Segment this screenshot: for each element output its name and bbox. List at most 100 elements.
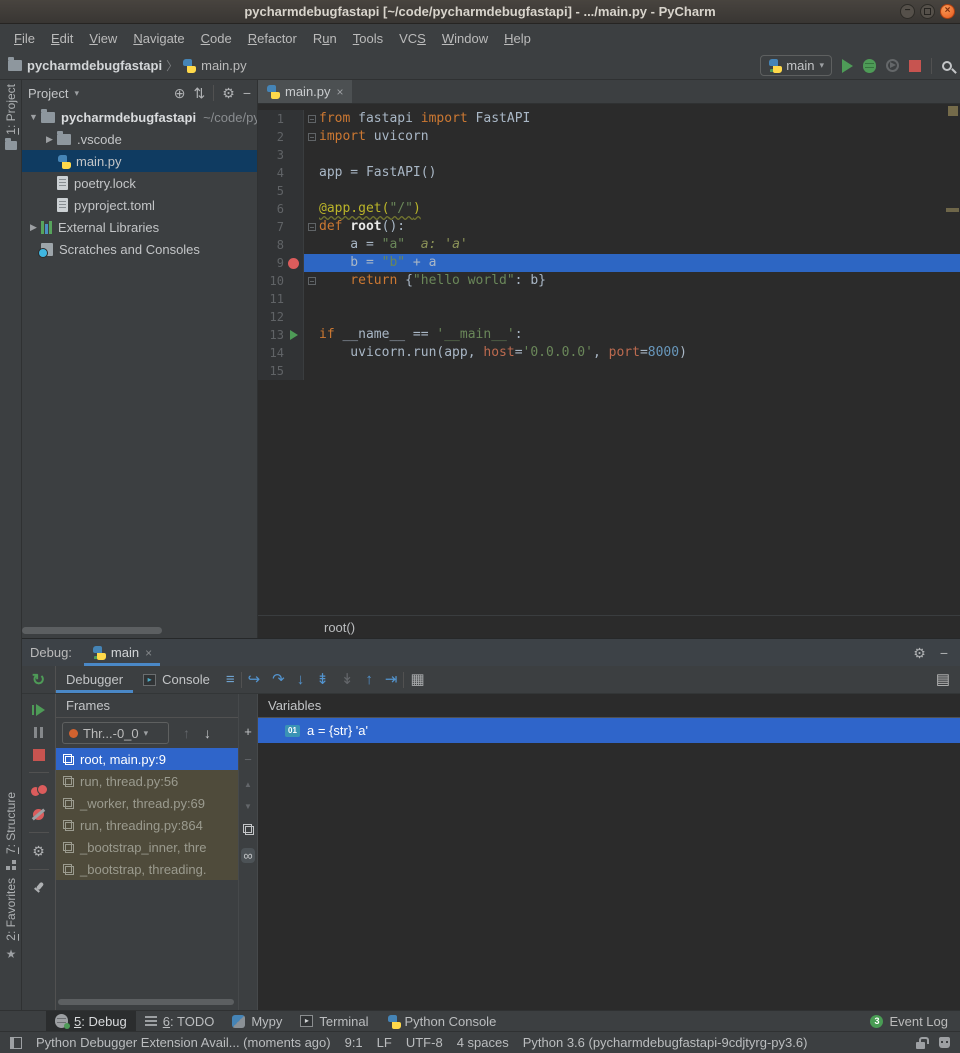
tool-tab-6-todo[interactable]: 6: TODO bbox=[136, 1011, 224, 1031]
rerun-icon[interactable]: ↻ bbox=[32, 670, 45, 690]
menu-run[interactable]: Run bbox=[305, 26, 345, 51]
frame-row-root-main-py-9[interactable]: root, main.py:9 bbox=[56, 748, 238, 770]
tree-item-pyproject-toml[interactable]: pyproject.toml bbox=[22, 194, 257, 216]
tool-tab-mypy[interactable]: Mypy bbox=[223, 1011, 291, 1031]
step-over-icon[interactable]: ↷ bbox=[266, 672, 291, 687]
next-frame-icon[interactable]: ↓ bbox=[204, 725, 211, 741]
frame-row-worker-thread-py-69[interactable]: _worker, thread.py:69 bbox=[56, 792, 238, 814]
breadcrumb-file[interactable]: main.py bbox=[182, 58, 247, 73]
frame-row-run-thread-py-56[interactable]: run, thread.py:56 bbox=[56, 770, 238, 792]
close-icon[interactable]: × bbox=[145, 646, 152, 660]
debug-button[interactable] bbox=[863, 59, 876, 73]
close-button[interactable]: × bbox=[940, 4, 955, 19]
move-up-icon[interactable]: ▲ bbox=[244, 780, 252, 789]
breakpoint[interactable] bbox=[284, 254, 303, 272]
editor-tab-main-py[interactable]: main.py × bbox=[258, 80, 352, 103]
expand-arrow-icon[interactable]: ▼ bbox=[26, 112, 41, 122]
tool-tab-5-debug[interactable]: 5: Debug bbox=[46, 1011, 136, 1031]
tool-tab-python-console[interactable]: Python Console bbox=[378, 1011, 506, 1031]
tab-debugger[interactable]: Debugger bbox=[56, 666, 133, 693]
step-into-my-code-icon[interactable]: ⇟ bbox=[310, 672, 335, 687]
tree-item-main-py[interactable]: main.py bbox=[22, 150, 257, 172]
fold-marker-icon[interactable] bbox=[304, 272, 319, 290]
show-watches-icon[interactable]: ∞ bbox=[241, 848, 254, 863]
gear-icon[interactable]: ⚙ bbox=[222, 86, 235, 100]
run-button[interactable] bbox=[842, 59, 853, 73]
status-item-4-spaces[interactable]: 4 spaces bbox=[457, 1035, 509, 1050]
maximize-button[interactable] bbox=[920, 4, 935, 19]
status-message[interactable]: Python Debugger Extension Avail... (mome… bbox=[36, 1035, 331, 1050]
menu-help[interactable]: Help bbox=[496, 26, 539, 51]
run-with-coverage-button[interactable] bbox=[886, 59, 899, 72]
add-watch-icon[interactable]: + bbox=[244, 724, 252, 739]
status-item-python-3-6-pycharmdebugfastapi-9cdjtyrg-py3-6[interactable]: Python 3.6 (pycharmdebugfastapi-9cdjtyrg… bbox=[523, 1035, 808, 1050]
layout-settings-icon[interactable]: ≡ bbox=[220, 672, 241, 687]
run-config-selector[interactable]: main ▾ bbox=[760, 55, 832, 76]
thread-selector[interactable]: Thr...-0_0 ▾ bbox=[62, 722, 169, 744]
step-out-icon[interactable]: ↑ bbox=[359, 672, 379, 687]
pin-tab-icon[interactable] bbox=[33, 881, 45, 894]
step-into-icon[interactable]: ↓ bbox=[291, 672, 311, 687]
menu-window[interactable]: Window bbox=[434, 26, 496, 51]
menu-code[interactable]: Code bbox=[193, 26, 240, 51]
menu-navigate[interactable]: Navigate bbox=[125, 26, 192, 51]
collapse-all-icon[interactable]: ⇅ bbox=[194, 86, 206, 100]
code-area[interactable]: 1from fastapi import FastAPI2import uvic… bbox=[258, 104, 960, 615]
stripe-tab-2-favorites[interactable]: 2: Favorites★ bbox=[4, 878, 18, 961]
status-item-utf-8[interactable]: UTF-8 bbox=[406, 1035, 443, 1050]
locate-file-icon[interactable]: ⊕ bbox=[174, 86, 186, 100]
event-log-button[interactable]: 3Event Log bbox=[870, 1014, 960, 1029]
expand-arrow-icon[interactable]: ▶ bbox=[42, 134, 57, 145]
fold-marker-icon[interactable] bbox=[304, 128, 319, 146]
breadcrumb-project[interactable]: pycharmdebugfastapi bbox=[8, 58, 162, 73]
horizontal-scrollbar[interactable] bbox=[22, 627, 162, 634]
duplicate-icon[interactable] bbox=[243, 824, 254, 835]
show-execution-point-icon[interactable]: ↪ bbox=[242, 672, 267, 687]
resume-program-icon[interactable] bbox=[32, 704, 46, 716]
tree-item-pycharmdebugfastapi[interactable]: ▼pycharmdebugfastapi~/code/pycharmdebugf… bbox=[22, 106, 257, 128]
evaluate-expression-icon[interactable]: ▦ bbox=[404, 672, 430, 687]
run-to-cursor-icon[interactable]: ⇥ bbox=[379, 672, 404, 687]
debug-settings-gear-icon[interactable]: ⚙ bbox=[32, 844, 45, 858]
tool-tab-terminal[interactable]: ▸Terminal bbox=[291, 1011, 377, 1031]
tool-window-toggle-icon[interactable] bbox=[10, 1037, 22, 1049]
move-down-icon[interactable]: ▼ bbox=[244, 802, 252, 811]
tree-item-poetry-lock[interactable]: poetry.lock bbox=[22, 172, 257, 194]
menu-vcs[interactable]: VCS bbox=[391, 26, 434, 51]
search-everywhere-button[interactable] bbox=[942, 61, 952, 71]
menu-refactor[interactable]: Refactor bbox=[240, 26, 305, 51]
frame-row-bootstrap-threading[interactable]: _bootstrap, threading. bbox=[56, 858, 238, 880]
tree-item-external-libraries[interactable]: ▶External Libraries bbox=[22, 216, 257, 238]
horizontal-scrollbar[interactable] bbox=[58, 999, 234, 1005]
hide-panel-icon[interactable]: − bbox=[940, 646, 948, 660]
status-item-9-1[interactable]: 9:1 bbox=[345, 1035, 363, 1050]
gear-icon[interactable]: ⚙ bbox=[913, 646, 926, 660]
expand-arrow-icon[interactable]: ▶ bbox=[26, 222, 41, 233]
menu-edit[interactable]: Edit bbox=[43, 26, 81, 51]
tree-item-scratches-and-consoles[interactable]: Scratches and Consoles bbox=[22, 238, 257, 260]
fold-marker-icon[interactable] bbox=[304, 110, 319, 128]
debug-session-tab[interactable]: main × bbox=[84, 639, 160, 666]
close-icon[interactable]: × bbox=[337, 85, 344, 99]
hide-panel-icon[interactable]: − bbox=[243, 86, 251, 100]
pause-program-icon[interactable] bbox=[34, 727, 43, 738]
lock-icon[interactable] bbox=[916, 1042, 925, 1049]
tab-console[interactable]: ▸ Console bbox=[133, 666, 220, 693]
inspections-hector-icon[interactable] bbox=[939, 1037, 950, 1048]
view-breakpoints-icon[interactable] bbox=[31, 784, 47, 797]
menu-file[interactable]: File bbox=[6, 26, 43, 51]
restore-layout-icon[interactable]: ▤ bbox=[930, 672, 960, 687]
stripe-tab-7-structure[interactable]: 7: Structure bbox=[4, 792, 18, 870]
remove-watch-icon[interactable]: − bbox=[244, 752, 252, 767]
menu-tools[interactable]: Tools bbox=[345, 26, 391, 51]
menu-view[interactable]: View bbox=[81, 26, 125, 51]
chevron-down-icon[interactable]: ▾ bbox=[74, 88, 79, 99]
run-line-marker[interactable] bbox=[284, 326, 303, 344]
variable-row[interactable]: 01 a = {str} 'a' bbox=[258, 718, 960, 743]
mute-breakpoints-icon[interactable] bbox=[32, 808, 45, 821]
fold-marker-icon[interactable] bbox=[304, 218, 319, 236]
stripe-tab-1-project[interactable]: 1: Project bbox=[4, 84, 18, 150]
frame-row-bootstrap-inner-thre[interactable]: _bootstrap_inner, thre bbox=[56, 836, 238, 858]
minimize-button[interactable]: − bbox=[900, 4, 915, 19]
stop-icon[interactable] bbox=[33, 749, 45, 761]
